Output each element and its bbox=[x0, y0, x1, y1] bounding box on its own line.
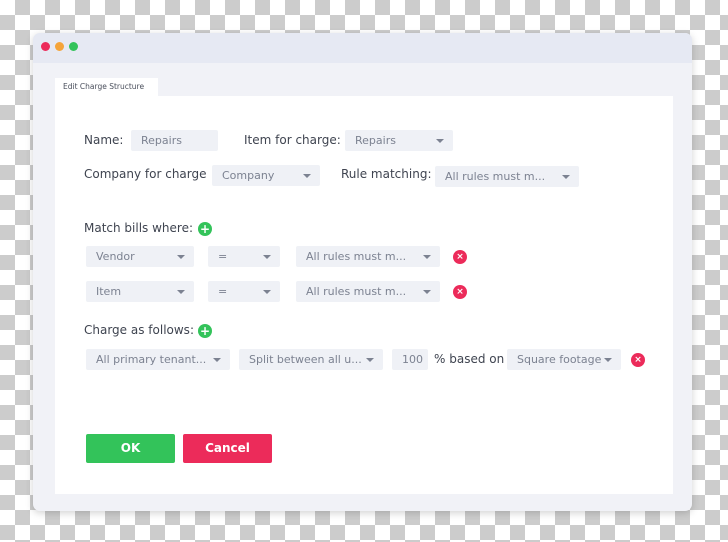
chevron-down-icon bbox=[604, 358, 612, 362]
match-rule-field-value: Item bbox=[96, 285, 122, 298]
rule-matching-label: Rule matching: bbox=[341, 167, 432, 181]
chevron-down-icon bbox=[303, 174, 311, 178]
chevron-down-icon bbox=[423, 255, 431, 259]
match-rule-value: All rules must m... bbox=[306, 250, 407, 263]
match-rule-operator-select[interactable]: = bbox=[208, 281, 280, 302]
basis-value: Square footage bbox=[517, 353, 602, 366]
company-for-charge-select[interactable]: Company bbox=[212, 165, 320, 186]
remove-rule-icon[interactable]: × bbox=[453, 250, 467, 264]
minimize-window-icon[interactable] bbox=[55, 42, 64, 51]
rule-matching-value: All rules must m... bbox=[445, 170, 546, 183]
match-bills-label: Match bills where: bbox=[84, 221, 194, 235]
tenants-select[interactable]: All primary tenant... bbox=[86, 349, 230, 370]
name-input[interactable]: Repairs bbox=[131, 130, 218, 151]
app-window: Edit Charge Structure Name: Repairs Item… bbox=[33, 33, 692, 511]
tab-edit-charge-structure[interactable]: Edit Charge Structure bbox=[55, 78, 159, 96]
edit-charge-panel: Name: Repairs Item for charge: Repairs C… bbox=[55, 96, 673, 494]
name-label: Name: bbox=[84, 133, 124, 147]
item-for-charge-value: Repairs bbox=[355, 134, 396, 147]
add-match-rule-icon[interactable]: + bbox=[198, 222, 212, 236]
close-window-icon[interactable] bbox=[41, 42, 50, 51]
match-rule-value-select[interactable]: All rules must m... bbox=[296, 281, 440, 302]
add-charge-row-icon[interactable]: + bbox=[198, 324, 212, 338]
charge-as-follows-label: Charge as follows: bbox=[84, 323, 194, 337]
basis-select[interactable]: Square footage bbox=[507, 349, 621, 370]
company-for-charge-label: Company for charge bbox=[84, 167, 207, 181]
match-rule-field-value: Vendor bbox=[96, 250, 135, 263]
match-rule-value: All rules must m... bbox=[306, 285, 407, 298]
chevron-down-icon bbox=[366, 358, 374, 362]
title-bar bbox=[33, 33, 692, 63]
rule-matching-select[interactable]: All rules must m... bbox=[435, 166, 579, 187]
match-rule-operator-select[interactable]: = bbox=[208, 246, 280, 267]
percent-value: 100 bbox=[402, 353, 423, 366]
remove-charge-row-icon[interactable]: × bbox=[631, 353, 645, 367]
percent-input[interactable]: 100 bbox=[392, 349, 428, 370]
chevron-down-icon bbox=[562, 175, 570, 179]
cancel-button[interactable]: Cancel bbox=[183, 434, 272, 463]
chevron-down-icon bbox=[263, 255, 271, 259]
split-method-select[interactable]: Split between all u... bbox=[239, 349, 383, 370]
remove-rule-icon[interactable]: × bbox=[453, 285, 467, 299]
name-input-value: Repairs bbox=[141, 134, 182, 147]
match-rule-operator-value: = bbox=[218, 250, 228, 263]
chevron-down-icon bbox=[177, 290, 185, 294]
item-for-charge-select[interactable]: Repairs bbox=[345, 130, 453, 151]
match-rule-operator-value: = bbox=[218, 285, 228, 298]
company-for-charge-value: Company bbox=[222, 169, 275, 182]
ok-button[interactable]: OK bbox=[86, 434, 175, 463]
chevron-down-icon bbox=[436, 139, 444, 143]
tenants-value: All primary tenant... bbox=[96, 353, 207, 366]
match-rule-field-select[interactable]: Vendor bbox=[86, 246, 194, 267]
match-rule-field-select[interactable]: Item bbox=[86, 281, 194, 302]
based-on-label: % based on bbox=[434, 352, 505, 366]
match-rule-value-select[interactable]: All rules must m... bbox=[296, 246, 440, 267]
chevron-down-icon bbox=[263, 290, 271, 294]
chevron-down-icon bbox=[177, 255, 185, 259]
maximize-window-icon[interactable] bbox=[69, 42, 78, 51]
chevron-down-icon bbox=[213, 358, 221, 362]
split-method-value: Split between all u... bbox=[249, 353, 362, 366]
chevron-down-icon bbox=[423, 290, 431, 294]
item-for-charge-label: Item for charge: bbox=[244, 133, 341, 147]
